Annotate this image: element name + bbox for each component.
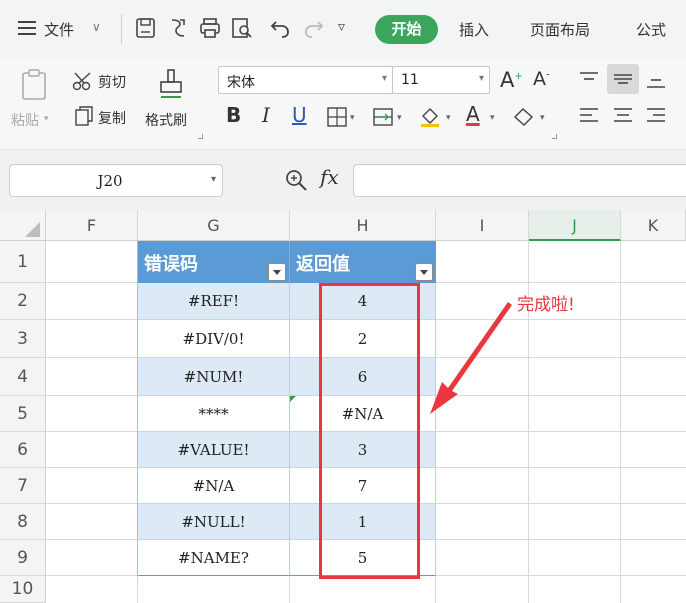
copy-button[interactable]: 复制 <box>98 108 126 128</box>
file-menu[interactable]: 文件 <box>44 19 74 40</box>
align-middle-button[interactable] <box>607 64 639 94</box>
chevron-down-icon[interactable]: ▾ <box>490 113 495 123</box>
row-header-8[interactable]: 8 <box>0 504 46 540</box>
column-header-k[interactable]: K <box>621 210 686 241</box>
menu-bar: 文件 ∨ ▿ 开始 插入 页面布局 公式 <box>0 0 686 58</box>
row-header-4[interactable]: 4 <box>0 358 46 396</box>
column-header-i[interactable]: I <box>436 210 529 241</box>
table-cell-code[interactable]: #REF! <box>138 283 290 320</box>
format-painter-icon[interactable] <box>156 68 186 102</box>
select-all-corner[interactable] <box>0 210 46 241</box>
align-bottom-icon[interactable] <box>645 70 667 90</box>
font-color-icon[interactable]: A <box>466 102 480 126</box>
tab-page-layout[interactable]: 页面布局 <box>530 19 590 40</box>
highlight-box <box>319 283 420 579</box>
align-middle-icon <box>614 74 632 84</box>
align-right-icon[interactable] <box>645 106 667 126</box>
chevron-down-icon[interactable]: ▾ <box>350 113 355 123</box>
column-header-h[interactable]: H <box>290 210 436 241</box>
annotation-text: 完成啦! <box>517 295 575 315</box>
row-header-1[interactable]: 1 <box>0 241 46 283</box>
table-left-border <box>137 241 138 577</box>
table-cell-code[interactable]: #NAME? <box>138 540 290 576</box>
tab-home[interactable]: 开始 <box>375 15 438 44</box>
scissors-icon[interactable] <box>72 70 94 92</box>
save-icon[interactable] <box>134 16 158 40</box>
merge-cells-icon[interactable] <box>372 106 394 128</box>
formula-input[interactable] <box>353 164 686 197</box>
annotation-arrow <box>430 302 512 414</box>
font-size-select[interactable]: 11 ▾ <box>392 66 490 94</box>
fill-color-icon[interactable] <box>418 104 442 128</box>
name-box[interactable]: J20 ▾ <box>9 164 223 197</box>
chevron-down-icon: ▾ <box>381 73 387 84</box>
italic-icon[interactable]: I <box>262 103 270 127</box>
borders-icon[interactable] <box>326 106 348 128</box>
paste-icon[interactable] <box>20 68 50 102</box>
row-header-5[interactable]: 5 <box>0 396 46 432</box>
chevron-down-icon: ▾ <box>478 73 484 84</box>
chevron-down-icon[interactable]: ▾ <box>397 113 402 123</box>
table-cell-code[interactable]: **** <box>138 396 290 432</box>
paste-dropdown-icon[interactable]: ▾ <box>44 114 49 124</box>
filter-dropdown-icon[interactable] <box>415 263 433 281</box>
increase-font-size-icon[interactable]: A+ <box>500 68 523 92</box>
row-header-3[interactable]: 3 <box>0 320 46 358</box>
tab-insert[interactable]: 插入 <box>459 19 489 40</box>
bold-icon[interactable]: B <box>226 103 241 127</box>
print-icon[interactable] <box>198 16 222 40</box>
table-cell-code[interactable]: #DIV/0! <box>138 320 290 358</box>
separator <box>121 14 122 44</box>
row-header-7[interactable]: 7 <box>0 468 46 504</box>
row-header-6[interactable]: 6 <box>0 432 46 468</box>
table-cell-code[interactable]: #NULL! <box>138 504 290 540</box>
format-painter-button[interactable]: 格式刷 <box>145 110 187 130</box>
output-pdf-icon[interactable] <box>166 16 190 40</box>
copy-icon[interactable] <box>74 105 94 127</box>
ribbon-home: 粘贴 ▾ 剪切 复制 格式刷 宋体 ▾ 11 ▾ A+ A- B I U ▾ ▾… <box>0 58 686 150</box>
table-header-error-code: 错误码 <box>138 241 290 283</box>
chevron-down-icon[interactable]: ▾ <box>540 113 545 123</box>
undo-icon[interactable] <box>268 16 292 40</box>
font-dialog-launcher[interactable] <box>552 134 557 139</box>
column-header-g[interactable]: G <box>138 210 290 241</box>
hamburger-menu-icon[interactable] <box>18 21 36 36</box>
chevron-down-icon[interactable]: ▾ <box>211 174 216 185</box>
redo-icon[interactable] <box>302 16 326 40</box>
column-header-j[interactable]: J <box>529 210 621 241</box>
tab-formulas[interactable]: 公式 <box>636 19 666 40</box>
align-center-icon[interactable] <box>612 106 634 126</box>
row-header-9[interactable]: 9 <box>0 540 46 576</box>
table-cell-code[interactable]: #VALUE! <box>138 432 290 468</box>
clear-format-icon[interactable] <box>512 105 536 127</box>
zoom-icon[interactable] <box>284 168 310 194</box>
clipboard-dialog-launcher[interactable] <box>198 134 203 139</box>
align-top-icon[interactable] <box>578 70 600 90</box>
table-header-return-value: 返回值 <box>290 241 436 283</box>
print-preview-icon[interactable] <box>230 16 254 40</box>
row-header-2[interactable]: 2 <box>0 283 46 320</box>
decrease-font-size-icon[interactable]: A- <box>533 68 550 90</box>
cut-button[interactable]: 剪切 <box>98 72 126 92</box>
insert-function-icon[interactable]: fx <box>320 165 339 189</box>
filter-dropdown-icon[interactable] <box>268 263 286 281</box>
paste-button[interactable]: 粘贴 <box>11 110 39 130</box>
chevron-down-icon[interactable]: ∨ <box>92 20 101 34</box>
chevron-down-icon[interactable]: ▾ <box>446 113 451 123</box>
row-header-10[interactable]: 10 <box>0 576 46 603</box>
font-name-select[interactable]: 宋体 ▾ <box>218 66 393 94</box>
column-header-f[interactable]: F <box>46 210 138 241</box>
table-cell-code[interactable]: #NUM! <box>138 358 290 396</box>
error-indicator-icon <box>290 396 296 402</box>
align-left-icon[interactable] <box>578 106 600 126</box>
underline-icon[interactable]: U <box>292 103 307 127</box>
table-cell-code[interactable]: #N/A <box>138 468 290 504</box>
customize-quick-access-icon[interactable]: ▿ <box>338 19 345 35</box>
